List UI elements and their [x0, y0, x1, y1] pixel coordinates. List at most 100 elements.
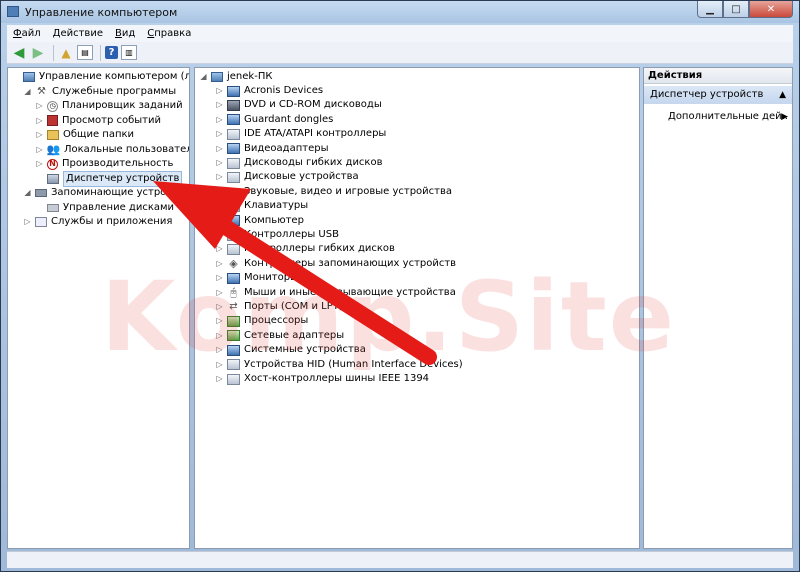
title-bar[interactable]: Управление компьютером ▁ □ ✕: [1, 1, 799, 23]
close-button[interactable]: ✕: [749, 1, 793, 18]
device-category-label: Компьютер: [244, 214, 304, 226]
device-category-1[interactable]: ▷ DVD и CD-ROM дисководы: [215, 98, 382, 112]
tree-expander-icon[interactable]: ▷: [35, 143, 44, 157]
device-category-7[interactable]: ▷ 🔈 Звуковые, видео и игровые устройства: [215, 185, 452, 199]
expand-icon[interactable]: ▷: [215, 170, 224, 184]
show-hide-tree-button[interactable]: ▤: [77, 45, 93, 60]
tree-item-3[interactable]: ▷ Просмотр событий: [35, 114, 161, 128]
expand-icon[interactable]: ▷: [215, 314, 224, 328]
device-category-icon: [227, 359, 240, 371]
device-category-17[interactable]: ▷ Сетевые адаптеры: [215, 329, 344, 343]
tree-expander-icon[interactable]: ▷: [35, 157, 44, 171]
device-category-label: Звуковые, видео и игровые устройства: [244, 185, 453, 197]
device-category-label: Клавиатуры: [244, 200, 309, 212]
expand-icon[interactable]: ▷: [215, 214, 224, 228]
up-folder-button[interactable]: ▲: [58, 45, 74, 61]
expand-icon[interactable]: ▷: [215, 199, 224, 213]
device-tree-root-label: jenek-ПК: [227, 71, 273, 82]
tree-expander-icon[interactable]: ◢: [23, 186, 32, 200]
status-bar: [7, 551, 793, 568]
device-category-8[interactable]: ▷ Клавиатуры: [215, 199, 308, 213]
tree-item-7[interactable]: Диспетчер устройств: [35, 170, 183, 187]
expand-icon[interactable]: ▷: [215, 156, 224, 170]
expand-icon[interactable]: ▷: [215, 242, 224, 256]
device-category-19[interactable]: ▷ Устройства HID (Human Interface Devices…: [215, 358, 463, 372]
device-category-4[interactable]: ▷ Видеоадаптеры: [215, 142, 328, 156]
device-category-15[interactable]: ▷ ⇄ Порты (COM и LPT): [215, 300, 342, 314]
help-icon: ?: [108, 47, 115, 58]
tree-item-4[interactable]: ▷ Общие папки: [35, 128, 134, 142]
tree-expander-icon[interactable]: ▷: [23, 215, 32, 229]
tree-item-label: Производительность: [62, 158, 174, 169]
more-actions-item[interactable]: Дополнительные дей... ▶: [668, 109, 788, 125]
console-tree-pane[interactable]: Управление компьютером (локальн ◢ ⚒ Служебн…: [7, 67, 190, 549]
device-tree-pane[interactable]: ◢ jenek-ПК ▷ Acronis Devices ▷ DVD и CD-ROM…: [194, 67, 640, 549]
tree-item-9[interactable]: Управление дисками: [35, 201, 174, 215]
device-category-2[interactable]: ▷ Guardant dongles: [215, 113, 333, 127]
device-category-14[interactable]: ▷ 🖰 Мыши и иные указывающие устройства: [215, 286, 455, 300]
device-category-3[interactable]: ▷ IDE ATA/ATAPI контроллеры: [215, 127, 386, 141]
device-category-18[interactable]: ▷ Системные устройства: [215, 343, 366, 357]
expand-icon[interactable]: ▷: [215, 300, 224, 314]
expand-icon[interactable]: ▷: [215, 257, 224, 271]
toolbar-separator: [53, 44, 54, 61]
device-category-13[interactable]: ▷ Мониторы: [215, 271, 298, 285]
tree-item-5[interactable]: ▷👥Локальные пользователи и гр: [35, 142, 189, 157]
device-category-12[interactable]: ▷ ◈ Контроллеры запоминающих устройств: [215, 257, 456, 271]
tree-item-1[interactable]: ◢ ⚒ Служебные программы: [23, 85, 176, 99]
maximize-icon: □: [731, 3, 741, 15]
tree-expander-icon[interactable]: ▷: [35, 114, 44, 128]
device-category-5[interactable]: ▷ Дисководы гибких дисков: [215, 156, 383, 170]
system-tools-icon: ⚒: [37, 85, 46, 97]
show-action-pane-button[interactable]: ▥: [121, 45, 137, 60]
device-category-11[interactable]: ▷ Контроллеры гибких дисков: [215, 242, 395, 256]
tree-expander-icon[interactable]: ▷: [35, 99, 44, 113]
expand-icon[interactable]: ▷: [215, 358, 224, 372]
maximize-button[interactable]: □: [723, 1, 749, 18]
forward-button[interactable]: ▶: [30, 45, 46, 61]
expand-icon[interactable]: ▷: [215, 113, 224, 127]
expand-icon[interactable]: ▷: [215, 185, 224, 199]
tree-item-6[interactable]: ▷ N Производительность: [35, 157, 173, 171]
actions-section-device-manager[interactable]: Диспетчер устройств ▲: [644, 86, 792, 104]
collapse-icon[interactable]: ◢: [199, 70, 208, 84]
tree-item-2[interactable]: ▷ ◷ Планировщик заданий: [35, 99, 183, 113]
device-category-20[interactable]: ▷ Хост-контроллеры шины IEEE 1394: [215, 372, 429, 386]
menu-item-3[interactable]: Справка: [141, 28, 197, 39]
expand-icon[interactable]: ▷: [215, 127, 224, 141]
expand-icon[interactable]: ▷: [215, 84, 224, 98]
device-category-10[interactable]: ▷ Контроллеры USB: [215, 228, 339, 242]
expand-icon[interactable]: ▷: [215, 329, 224, 343]
menu-item-1[interactable]: Действие: [47, 28, 109, 39]
expand-icon[interactable]: ▷: [215, 228, 224, 242]
local-users-icon: 👥: [46, 142, 61, 156]
device-category-icon: [227, 215, 240, 227]
help-button[interactable]: ?: [105, 46, 118, 59]
device-tree-root[interactable]: ◢ jenek-ПК: [199, 70, 272, 84]
tree-expander-icon[interactable]: ▷: [35, 128, 44, 142]
expand-icon[interactable]: ▷: [215, 286, 224, 300]
tree-item-0[interactable]: Управление компьютером (локальн: [11, 70, 189, 84]
expand-icon[interactable]: ▷: [215, 142, 224, 156]
tree-expander-icon[interactable]: ◢: [23, 85, 32, 99]
device-category-icon: 🔈: [226, 184, 241, 198]
expand-icon[interactable]: ▷: [215, 271, 224, 285]
expand-icon[interactable]: ▷: [215, 98, 224, 112]
device-category-icon: [227, 330, 240, 342]
expand-icon[interactable]: ▷: [215, 372, 224, 386]
disk-management-icon: [47, 203, 59, 212]
device-category-label: Контроллеры запоминающих устройств: [244, 257, 457, 269]
device-category-9[interactable]: ▷ Компьютер: [215, 214, 304, 228]
menu-item-0[interactable]: Файл: [7, 28, 47, 39]
device-category-16[interactable]: ▷ Процессоры: [215, 314, 308, 328]
menu-item-2[interactable]: Вид: [109, 28, 141, 39]
tree-item-10[interactable]: ▷ Службы и приложения: [23, 215, 172, 229]
minimize-button[interactable]: ▁: [697, 1, 723, 18]
expand-icon[interactable]: ▷: [215, 343, 224, 357]
device-category-icon: [227, 143, 240, 155]
back-button[interactable]: ◀: [11, 45, 27, 61]
tree-item-label: Управление дисками: [63, 201, 175, 213]
device-category-6[interactable]: ▷ Дисковые устройства: [215, 170, 359, 184]
tree-item-8[interactable]: ◢ Запоминающие устройств: [23, 186, 189, 200]
device-category-0[interactable]: ▷ Acronis Devices: [215, 84, 323, 98]
